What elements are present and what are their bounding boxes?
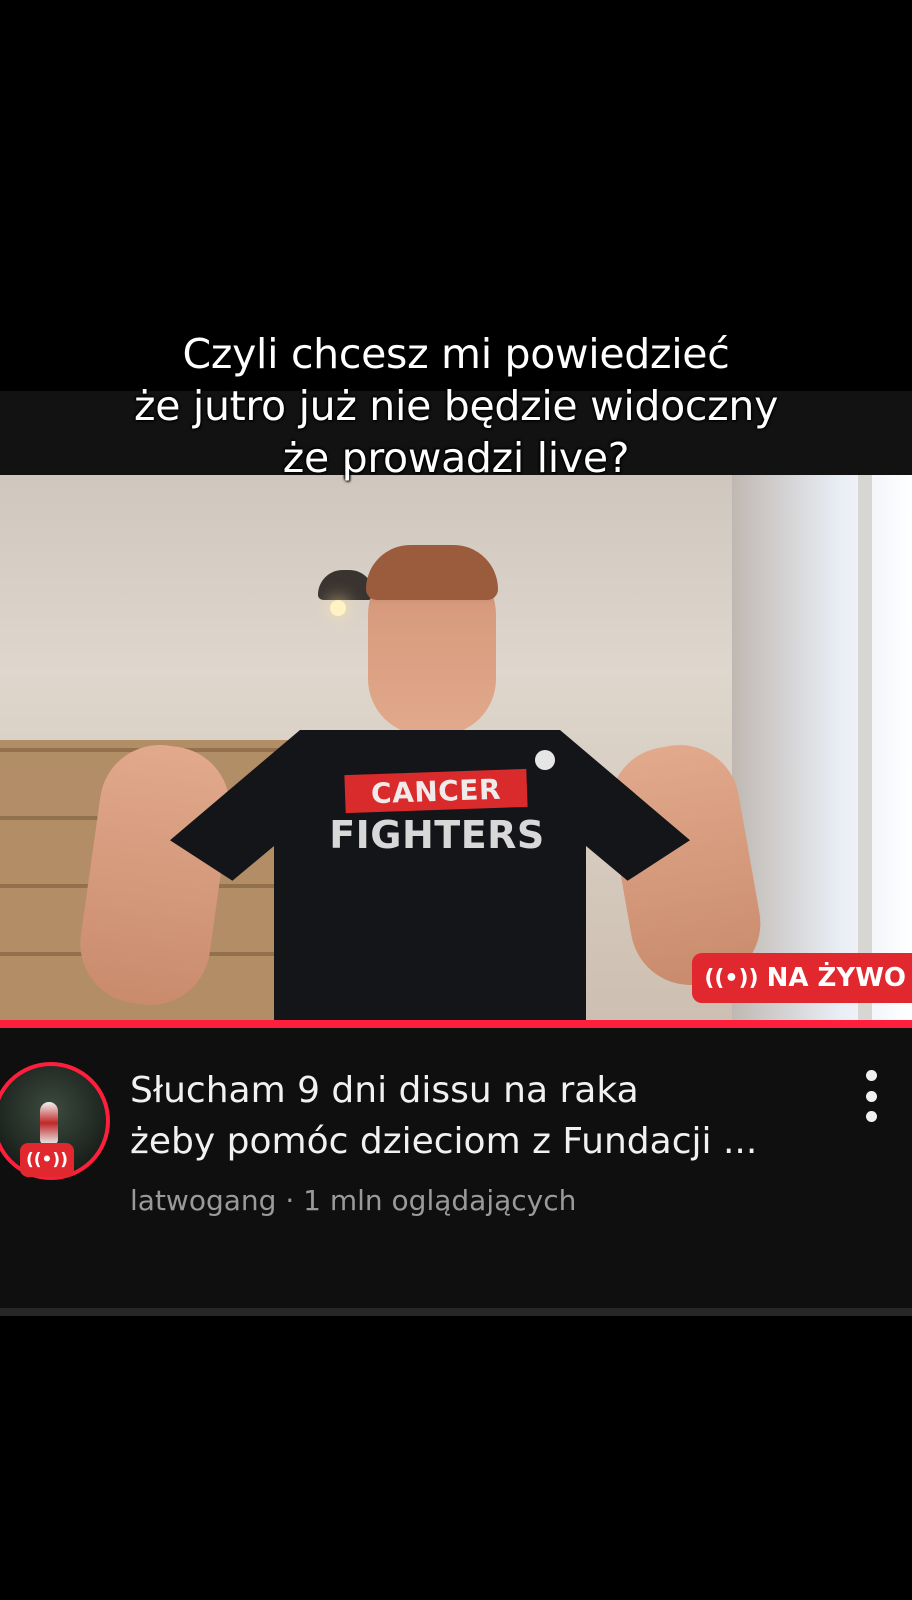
caption-line-2: że jutro już nie będzie widoczny <box>133 382 779 430</box>
channel-name[interactable]: latwogang <box>130 1184 276 1217</box>
panel-divider <box>0 1308 912 1316</box>
caption-overlay: Czyli chcesz mi powiedzieć że jutro już … <box>0 328 912 484</box>
window-frame <box>858 475 872 1020</box>
avatar-live-indicator: ((•)) <box>20 1143 74 1177</box>
video-title-line-2: żeby pomóc dzieciom z Fundacji ... <box>130 1121 758 1162</box>
viewer-count: 1 mln oglądających <box>303 1184 577 1217</box>
broadcast-icon: ((•)) <box>26 1150 68 1170</box>
video-progress-bar[interactable] <box>0 1020 912 1028</box>
live-badge-label: NA ŻYWO <box>766 963 906 993</box>
lamp-bulb <box>330 600 346 616</box>
kebab-dot <box>865 1070 877 1081</box>
more-vertical-icon[interactable] <box>856 1070 886 1122</box>
kebab-dot <box>865 1090 877 1102</box>
caption-line-1: Czyli chcesz mi powiedzieć <box>182 330 730 378</box>
avatar-figure <box>40 1102 58 1144</box>
video-title[interactable]: Słucham 9 dni dissu na raka żeby pomóc d… <box>130 1065 810 1167</box>
shirt-logo-icon <box>535 750 555 770</box>
video-thumbnail[interactable]: CANCER FIGHTERS <box>0 475 912 1020</box>
live-badge: ((•)) NA ŻYWO <box>692 953 912 1003</box>
room-window <box>732 475 912 1020</box>
person-hair <box>366 545 498 600</box>
caption-line-3: że prowadzi live? <box>282 434 630 482</box>
kebab-dot <box>865 1111 877 1122</box>
video-meta: latwogang · 1 mln oglądających <box>130 1184 576 1217</box>
broadcast-icon: ((•)) <box>704 965 759 991</box>
video-title-line-1: Słucham 9 dni dissu na raka <box>130 1070 639 1111</box>
shirt-badge-text: CANCER <box>344 768 528 814</box>
shirt-main-text: FIGHTERS <box>329 813 545 857</box>
meta-separator: · <box>285 1184 295 1217</box>
